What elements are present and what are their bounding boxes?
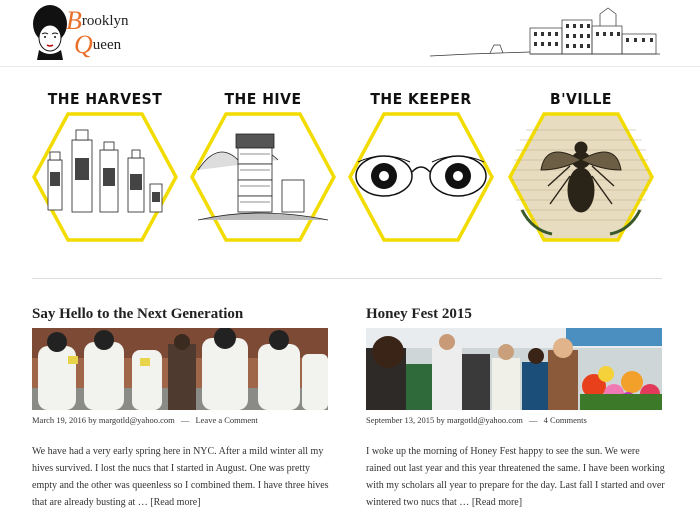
post-author[interactable]: margotld@yahoo.com <box>447 415 523 425</box>
nav-item-the-harvest[interactable]: THE HARVEST <box>30 92 180 252</box>
post-comments-link[interactable]: Leave a Comment <box>195 415 257 425</box>
nav-item-title: THE HARVEST <box>47 91 163 109</box>
post-meta: March 19, 2016 by margotld@yahoo.com — L… <box>32 415 332 425</box>
post-card: Honey Fest 2015 September 13, 2015 by ma… <box>366 306 666 511</box>
post-by: by <box>88 415 97 425</box>
post-title[interactable]: Say Hello to the Next Generation <box>32 306 332 326</box>
post-date[interactable]: March 19, 2016 <box>32 415 86 425</box>
meta-separator: — <box>529 415 538 425</box>
eyes-glasses-icon <box>348 112 494 242</box>
nav-item-the-keeper[interactable]: THE KEEPER <box>346 92 496 252</box>
nav-item-title: B'VILLE <box>550 91 612 109</box>
meta-separator: — <box>180 415 190 425</box>
nav-item-title: THE HIVE <box>224 91 302 109</box>
category-nav: THE HARVEST THE HIVE THE KEEPER B'VILLE <box>0 92 700 252</box>
nav-item-title: THE KEEPER <box>370 91 472 109</box>
read-more-link[interactable]: [Read more] <box>150 497 200 508</box>
post-image[interactable] <box>32 328 328 410</box>
post-image[interactable] <box>366 328 662 410</box>
nav-item-bville[interactable]: B'VILLE <box>506 92 656 252</box>
post-meta: September 13, 2015 by margotld@yahoo.com… <box>366 415 666 425</box>
section-divider <box>32 278 662 279</box>
post-excerpt: I woke up the morning of Honey Fest happ… <box>366 446 665 508</box>
post-date[interactable]: September 13, 2015 <box>366 415 434 425</box>
brooklyn-skyline-illustration <box>430 7 660 57</box>
post-title[interactable]: Honey Fest 2015 <box>366 306 666 326</box>
bee-icon <box>508 112 654 242</box>
post-comments-link[interactable]: 4 Comments <box>544 415 587 425</box>
queen-face-icon <box>33 5 67 60</box>
site-header: Brooklyn Queen <box>0 0 700 67</box>
site-logo[interactable]: Brooklyn Queen <box>30 4 155 62</box>
nav-item-the-hive[interactable]: THE HIVE <box>188 92 338 252</box>
honey-fest-photo <box>366 328 662 410</box>
post-by: by <box>436 415 445 425</box>
honey-jars-icon <box>32 112 178 242</box>
post-author[interactable]: margotld@yahoo.com <box>99 415 175 425</box>
beekeepers-photo <box>32 328 328 410</box>
post-excerpt: We have had a very early spring here in … <box>32 446 329 508</box>
beehive-icon <box>190 112 336 242</box>
post-card: Say Hello to the Next Generation March 1… <box>32 306 332 511</box>
read-more-link[interactable]: [Read more] <box>472 497 522 508</box>
